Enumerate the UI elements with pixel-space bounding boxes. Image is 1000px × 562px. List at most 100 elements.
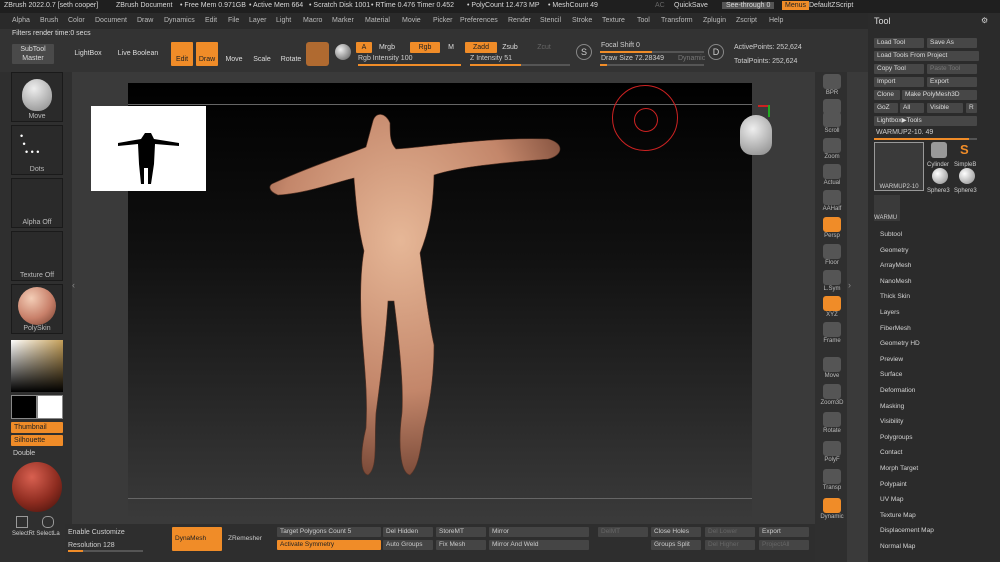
- menu-picker[interactable]: Picker: [433, 17, 452, 24]
- draw-size-slider[interactable]: [600, 64, 704, 66]
- export-bottom-button[interactable]: Export: [759, 527, 809, 537]
- select-lasso-icon[interactable]: [42, 516, 54, 528]
- right-tool-rotate[interactable]: Rotate: [818, 410, 846, 436]
- close-holes-button[interactable]: Close Holes: [651, 527, 701, 537]
- see-through-slider[interactable]: See-through 0: [722, 2, 775, 9]
- menu-stencil[interactable]: Stencil: [540, 17, 561, 24]
- subpalette-thick-skin[interactable]: Thick Skin: [880, 293, 910, 300]
- subpalette-arraymesh[interactable]: ArrayMesh: [880, 262, 911, 269]
- rgb-button[interactable]: Rgb: [410, 42, 440, 53]
- del-higher-button[interactable]: Del Higher: [705, 540, 755, 550]
- enable-customize-button[interactable]: Enable Customize: [68, 529, 125, 536]
- save-as-button[interactable]: Save As: [927, 38, 977, 48]
- delmt-button[interactable]: DelMT: [598, 527, 648, 537]
- right-collapse-icon[interactable]: ›: [848, 280, 851, 290]
- menu-edit[interactable]: Edit: [205, 17, 217, 24]
- menu-file[interactable]: File: [228, 17, 239, 24]
- target-polygons-slider[interactable]: Target Polygons Count 5: [277, 527, 381, 537]
- menu-layer[interactable]: Layer: [249, 17, 267, 24]
- menu-tool[interactable]: Tool: [637, 17, 650, 24]
- subpalette-normal-map[interactable]: Normal Map: [880, 543, 915, 550]
- mirror-and-weld-button[interactable]: Mirror And Weld: [489, 540, 589, 550]
- subpalette-uv-map[interactable]: UV Map: [880, 496, 903, 503]
- alpha-thumbnail[interactable]: Alpha Off: [11, 178, 63, 228]
- tool-thumb-warmu[interactable]: WARMU: [874, 195, 900, 221]
- secondary-color-swatch[interactable]: [11, 395, 37, 419]
- scale-button[interactable]: Scale: [252, 42, 272, 66]
- menus-button[interactable]: Menus: [782, 1, 810, 10]
- zsub-button[interactable]: Zsub: [500, 42, 520, 53]
- material-thumbnail[interactable]: PolySkin: [11, 284, 63, 334]
- m-button[interactable]: M: [445, 42, 457, 53]
- subpalette-polygroups[interactable]: Polygroups: [880, 434, 913, 441]
- menu-help[interactable]: Help: [769, 17, 783, 24]
- right-tool-floor[interactable]: Floor: [818, 242, 846, 268]
- subpalette-morph-target[interactable]: Morph Target: [880, 465, 918, 472]
- dynamic-toggle[interactable]: Dynamic: [678, 55, 705, 62]
- document-canvas[interactable]: [91, 83, 772, 520]
- right-tool-zoom3d[interactable]: Zoom3D: [818, 382, 846, 408]
- menu-brush[interactable]: Brush: [40, 17, 58, 24]
- quicksave-button[interactable]: QuickSave: [674, 2, 708, 9]
- fix-mesh-button[interactable]: Fix Mesh: [436, 540, 486, 550]
- color-picker[interactable]: [11, 340, 63, 392]
- activate-symmetry-button[interactable]: Activate Symmetry: [277, 540, 381, 550]
- subtool-master-button[interactable]: SubTool Master: [12, 44, 54, 64]
- z-intensity-slider[interactable]: [470, 64, 570, 66]
- tool-thumb-sphere3-a[interactable]: Sphere3: [927, 168, 953, 194]
- menu-color[interactable]: Color: [68, 17, 85, 24]
- menu-zscript[interactable]: Zscript: [736, 17, 757, 24]
- subpalette-geometry-hd[interactable]: Geometry HD: [880, 340, 920, 347]
- d-icon[interactable]: D: [708, 44, 724, 60]
- rotate-button[interactable]: Rotate: [279, 42, 303, 66]
- subpalette-displacement-map[interactable]: Displacement Map: [880, 527, 934, 534]
- subpalette-contact[interactable]: Contact: [880, 449, 902, 456]
- subpalette-geometry[interactable]: Geometry: [880, 247, 909, 254]
- s-icon[interactable]: S: [576, 44, 592, 60]
- rgb-intensity-slider[interactable]: [358, 64, 461, 66]
- menu-document[interactable]: Document: [95, 17, 127, 24]
- project-all-button[interactable]: ProjectAll: [759, 540, 809, 550]
- right-tool-move[interactable]: Move: [818, 355, 846, 381]
- right-tool-polyf[interactable]: PolyF: [818, 439, 846, 465]
- menu-marker[interactable]: Marker: [332, 17, 354, 24]
- focal-shift-slider[interactable]: [600, 51, 704, 53]
- tool-thumb-simpleb[interactable]: S SimpleB: [954, 142, 980, 168]
- menu-texture[interactable]: Texture: [602, 17, 625, 24]
- palette-settings-icon[interactable]: ⚙: [981, 16, 988, 25]
- current-tool-slider[interactable]: [874, 138, 977, 140]
- zadd-button[interactable]: Zadd: [465, 42, 497, 53]
- right-tool-frame[interactable]: Frame: [818, 320, 846, 346]
- move-button[interactable]: Move: [224, 42, 244, 66]
- auto-groups-button[interactable]: Auto Groups: [383, 540, 433, 550]
- tool-thumb-sphere3-b[interactable]: Sphere3: [954, 168, 980, 194]
- menu-render[interactable]: Render: [508, 17, 531, 24]
- import-button[interactable]: Import: [874, 77, 924, 87]
- right-tool-dynamic[interactable]: Dynamic: [818, 496, 846, 522]
- load-tools-from-project-button[interactable]: Load Tools From Project: [874, 51, 979, 61]
- del-lower-button[interactable]: Del Lower: [705, 527, 755, 537]
- del-hidden-button[interactable]: Del Hidden: [383, 527, 433, 537]
- subpalette-visibility[interactable]: Visibility: [880, 418, 903, 425]
- zcut-button[interactable]: Zcut: [534, 42, 554, 53]
- paste-tool-button[interactable]: Paste Tool: [927, 64, 977, 74]
- subpalette-fibermesh[interactable]: FiberMesh: [880, 325, 911, 332]
- lightbox-tools-button[interactable]: Lightbox▶Tools: [874, 116, 977, 126]
- right-tool-actual[interactable]: Actual: [818, 162, 846, 188]
- tool-thumb-main[interactable]: WARMUP2-10: [874, 142, 924, 191]
- subpalette-polypaint[interactable]: Polypaint: [880, 481, 907, 488]
- all-button[interactable]: All: [900, 103, 924, 113]
- draw-button[interactable]: Draw: [196, 42, 218, 66]
- a-button[interactable]: A: [356, 42, 372, 53]
- right-tool-zoom[interactable]: Zoom: [818, 136, 846, 162]
- zremesher-button[interactable]: ZRemesher: [225, 534, 273, 544]
- r-button[interactable]: R: [966, 103, 977, 113]
- thumbnail-button[interactable]: Thumbnail: [11, 422, 63, 433]
- current-brush-icon[interactable]: [306, 42, 329, 66]
- menu-material[interactable]: Material: [365, 17, 390, 24]
- subpalette-texture-map[interactable]: Texture Map: [880, 512, 916, 519]
- menu-draw[interactable]: Draw: [137, 17, 153, 24]
- goz-button[interactable]: GoZ: [874, 103, 898, 113]
- default-zscript[interactable]: DefaultZScript: [809, 2, 853, 9]
- menu-movie[interactable]: Movie: [402, 17, 421, 24]
